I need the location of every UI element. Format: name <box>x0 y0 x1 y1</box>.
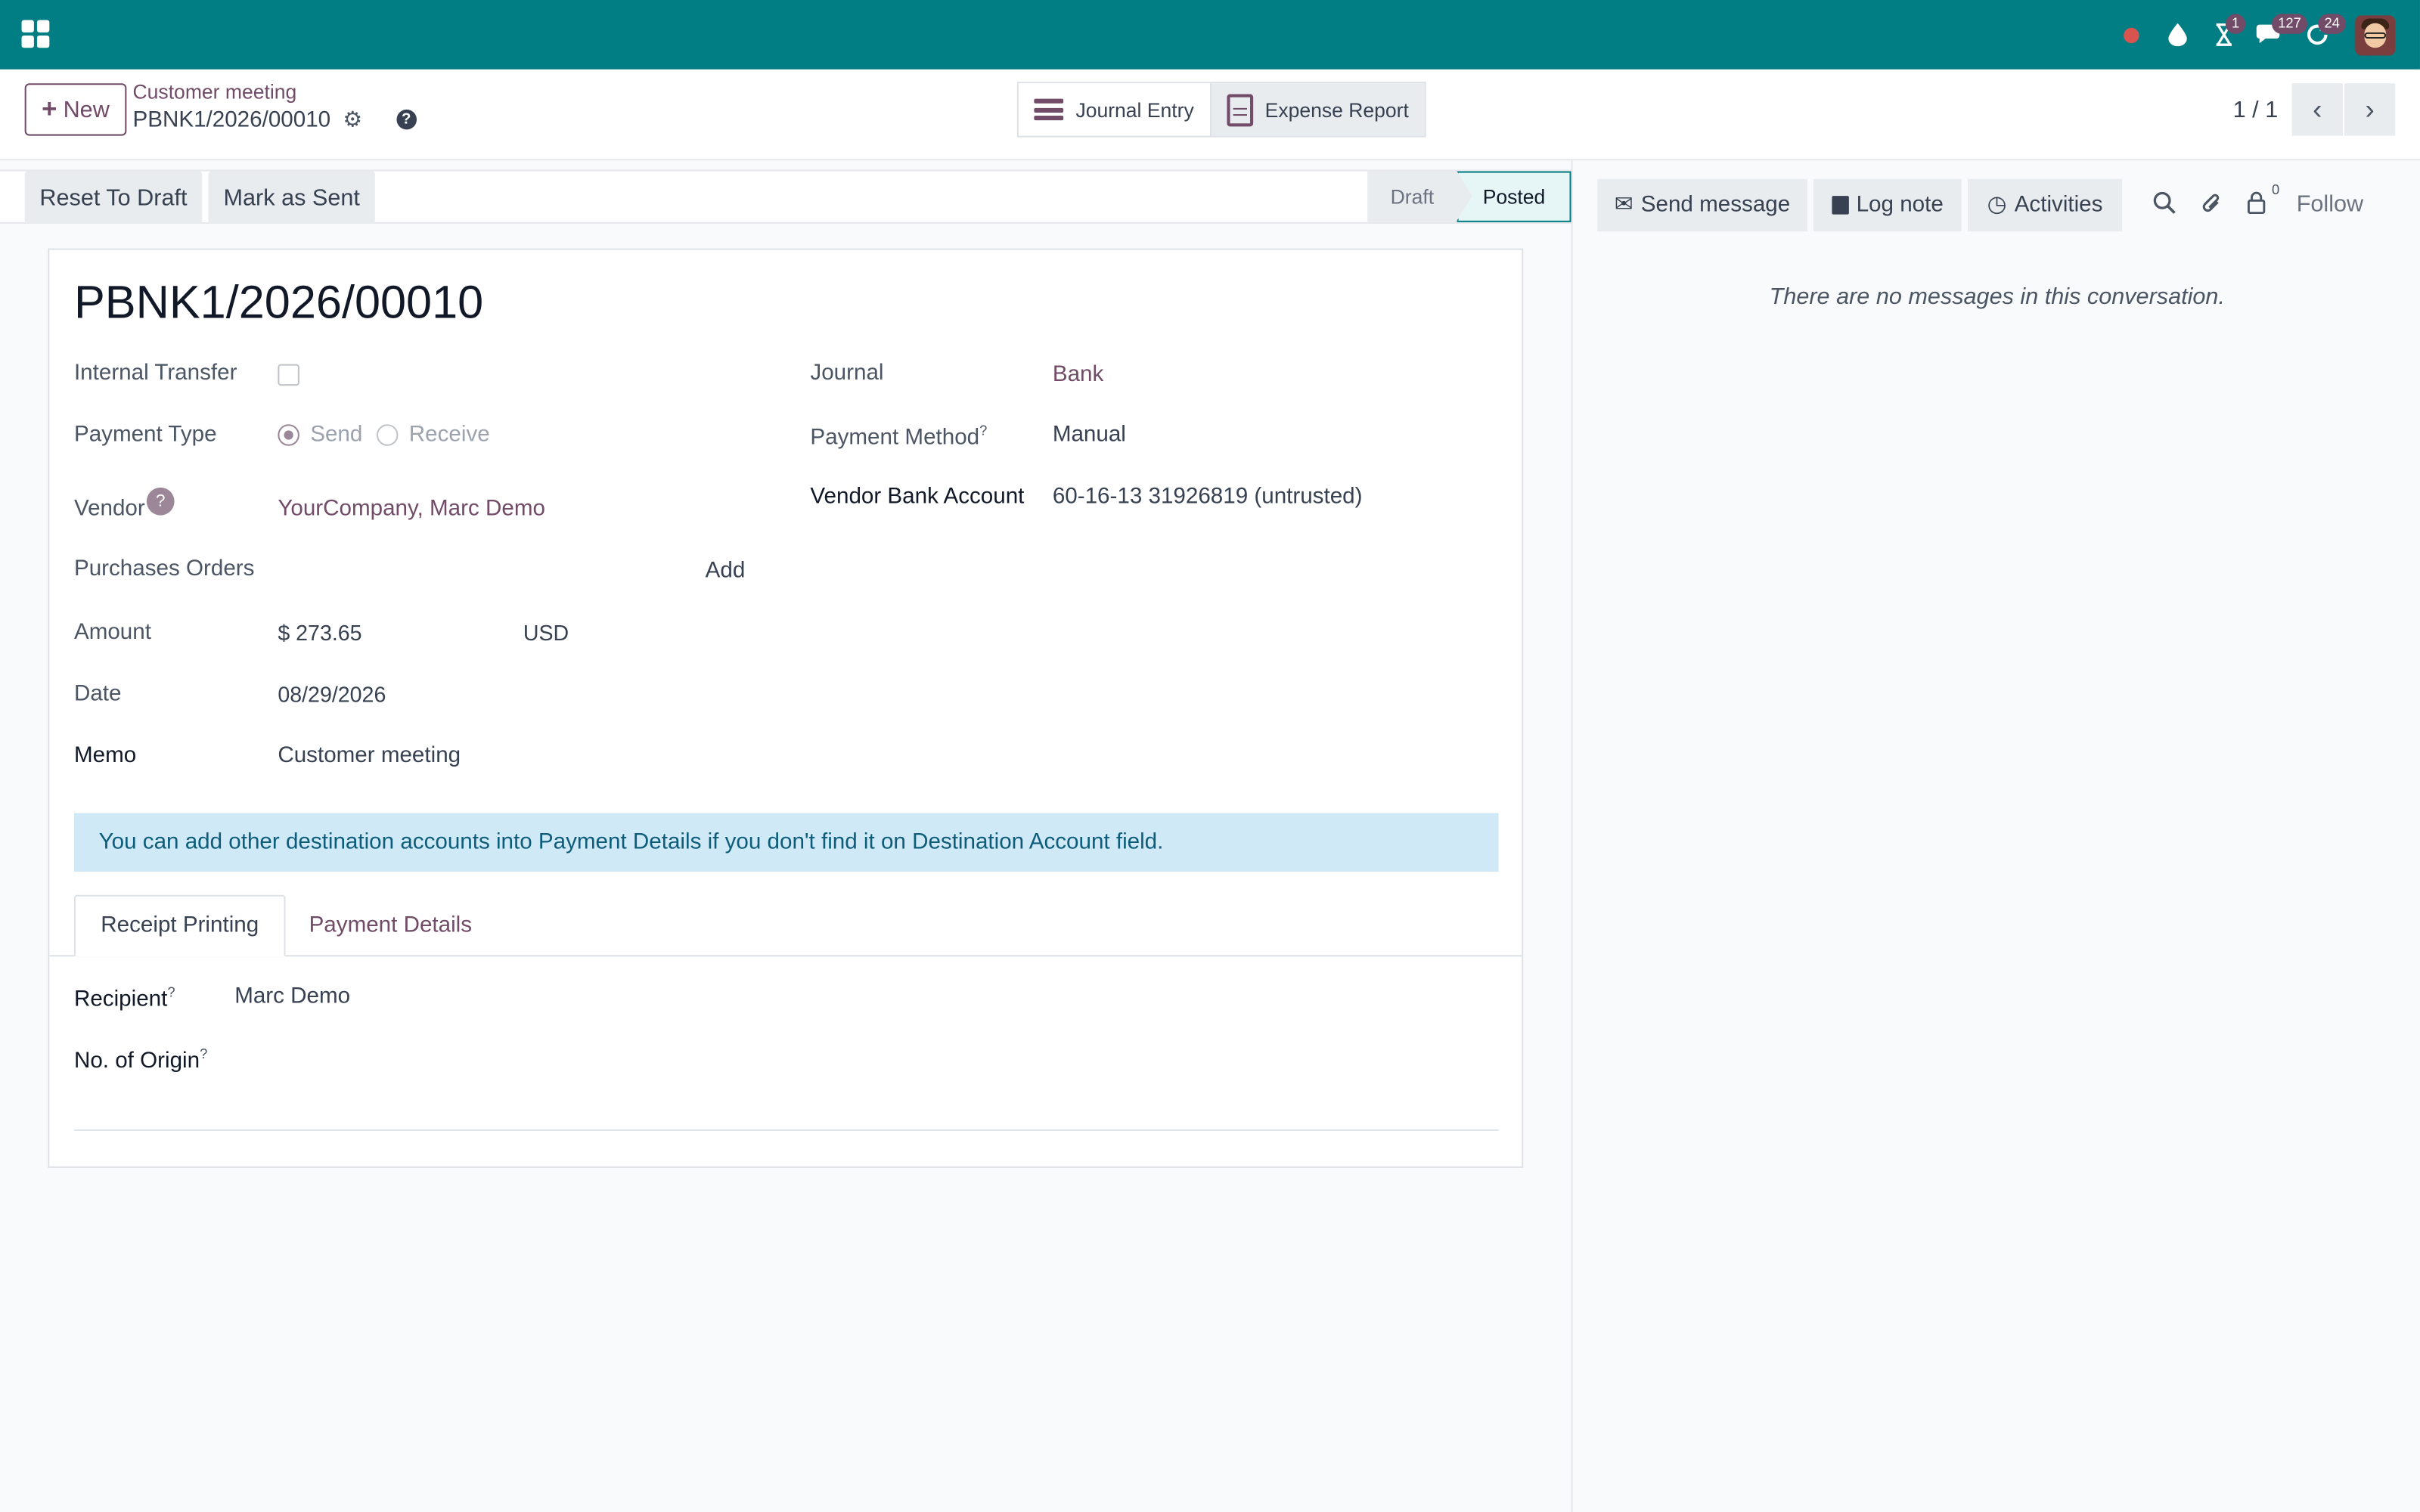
mark-as-sent-button[interactable]: Mark as Sent <box>208 171 375 224</box>
chatter-panel: ✉ Send message Log note ◷ Activities 0 Fol… <box>1571 160 2420 1512</box>
pager-value[interactable]: 1 / 1 <box>2233 97 2279 123</box>
purchase-orders-add-button[interactable]: Add <box>706 559 746 584</box>
origin-label-text: No. of Origin <box>73 1049 200 1074</box>
memo-field[interactable]: Customer meeting <box>278 744 461 769</box>
payment-method-label-text: Payment Method <box>810 425 980 451</box>
log-note-label: Log note <box>1856 193 1944 218</box>
payment-type-receive-label: Receive <box>408 423 490 448</box>
recipient-label: Recipient? <box>74 984 175 1012</box>
chevron-right-icon: › <box>2365 93 2375 125</box>
breadcrumb-current: PBNK1/2026/00010 ⚙ ? <box>133 107 417 133</box>
list-icon <box>1034 98 1064 121</box>
journal-field[interactable]: Bank <box>1053 363 1103 388</box>
activities-label: Activities <box>2014 193 2103 218</box>
apps-menu-icon[interactable] <box>21 20 50 48</box>
pager-next-button[interactable]: › <box>2344 83 2396 136</box>
pager: 1 / 1 ‹ › <box>2233 83 2396 136</box>
journal-entry-button[interactable]: Journal Entry <box>1018 83 1210 136</box>
form-statusbar: Reset To Draft Mark as Sent Draft Posted <box>0 169 1571 224</box>
payment-method-help-icon[interactable]: ? <box>979 423 987 438</box>
currency-field[interactable]: USD <box>523 620 569 645</box>
radio-unchecked-icon <box>376 424 399 446</box>
tab-receipt-printing[interactable]: Receipt Printing <box>73 894 286 957</box>
notebook-bottom-divider <box>73 1129 1499 1131</box>
empty-conversation-text: There are no messages in this conversati… <box>1769 284 2225 311</box>
payment-method-label: Payment Method? <box>810 423 987 450</box>
info-alert: You can add other destination accounts i… <box>73 813 1499 872</box>
smart-buttons: Journal Entry Expense Report <box>1016 82 1426 138</box>
vendor-help-icon[interactable]: ? <box>146 487 175 516</box>
vendor-label: Vendor <box>73 497 145 522</box>
plus-icon: + <box>42 94 57 124</box>
navbar-systray: 1 127 24 <box>2108 0 2396 70</box>
activities-clock-icon[interactable]: 1 <box>2201 0 2247 70</box>
payment-title: PBNK1/2026/00010 <box>73 277 484 329</box>
status-step-draft[interactable]: Draft <box>1367 171 1457 222</box>
form-sheet: PBNK1/2026/00010 Internal Transfer Payme… <box>48 248 1524 1168</box>
internal-transfer-checkbox[interactable] <box>278 364 299 386</box>
gear-icon[interactable]: ⚙ <box>343 107 362 133</box>
followers-count: 0 <box>2272 181 2280 198</box>
user-avatar[interactable] <box>2355 14 2396 55</box>
control-panel: + New Customer meeting PBNK1/2026/00010 ⚙… <box>0 69 2420 161</box>
clock-icon: ◷ <box>1987 193 2007 218</box>
send-message-button[interactable]: ✉ Send message <box>1597 178 1807 232</box>
new-button-label: New <box>63 96 110 123</box>
payment-type-label: Payment Type <box>73 423 217 448</box>
vendor-bank-account-label: Vendor Bank Account <box>810 484 1025 510</box>
activities-badge: 1 <box>2225 14 2246 34</box>
recipient-help-icon[interactable]: ? <box>167 984 175 999</box>
internal-transfer-label: Internal Transfer <box>73 361 237 386</box>
paperclip-icon[interactable] <box>2201 191 2223 222</box>
amount-label: Amount <box>73 620 151 646</box>
app-root: 1 127 24 + New Customer meeting PBNK1/202… <box>0 0 2420 1512</box>
journal-entry-label: Journal Entry <box>1075 98 1194 122</box>
date-field[interactable]: 08/29/2026 <box>278 682 386 707</box>
breadcrumb-current-label: PBNK1/2026/00010 <box>132 107 331 132</box>
sticky-note-icon <box>1831 196 1849 215</box>
expense-report-button[interactable]: Expense Report <box>1209 83 1425 136</box>
date-label: Date <box>73 682 122 707</box>
payment-method-field[interactable]: Manual <box>1053 423 1126 448</box>
expense-report-label: Expense Report <box>1264 98 1409 122</box>
recording-icon[interactable] <box>2108 0 2155 70</box>
journal-label: Journal <box>810 361 884 386</box>
tab-payment-details[interactable]: Payment Details <box>286 895 496 957</box>
reset-to-draft-button[interactable]: Reset To Draft <box>24 171 203 224</box>
pager-previous-button[interactable]: ‹ <box>2291 83 2343 136</box>
purchase-orders-label: Purchases Orders <box>73 556 255 582</box>
recipient-label-text: Recipient <box>73 987 168 1012</box>
origin-label: No. of Origin? <box>74 1046 207 1074</box>
followers-lock-icon[interactable]: 0 <box>2247 182 2279 221</box>
log-note-button[interactable]: Log note <box>1813 178 1962 232</box>
vendor-bank-account-field[interactable]: 60-16-13 31926819 (untrusted) <box>1053 485 1363 510</box>
activities-button[interactable]: ◷ Activities <box>1968 178 2123 232</box>
updates-icon[interactable]: 24 <box>2294 0 2347 70</box>
payment-type-send-radio[interactable]: Send <box>278 423 362 448</box>
document-icon <box>1226 93 1253 126</box>
breadcrumb-parent-link[interactable]: Customer meeting <box>133 80 297 104</box>
envelope-icon: ✉ <box>1614 193 1634 218</box>
chevron-left-icon: ‹ <box>2313 93 2322 125</box>
droplet-icon[interactable] <box>2155 0 2201 70</box>
payment-type-receive-radio[interactable]: Receive <box>376 423 490 448</box>
send-message-label: Send message <box>1640 193 1791 218</box>
help-icon[interactable]: ? <box>396 109 417 130</box>
updates-badge: 24 <box>2318 14 2347 34</box>
recipient-field[interactable]: Marc Demo <box>234 984 350 1009</box>
origin-help-icon[interactable]: ? <box>200 1046 207 1061</box>
vendor-field[interactable]: YourCompany, Marc Demo <box>278 497 545 522</box>
follow-button[interactable]: Follow <box>2297 191 2363 218</box>
new-button[interactable]: + New <box>24 83 127 136</box>
memo-label: Memo <box>73 743 137 769</box>
messages-icon[interactable]: 127 <box>2247 0 2308 70</box>
top-navbar: 1 127 24 <box>0 0 2420 70</box>
amount-field[interactable]: $ 273.65 <box>278 620 361 645</box>
radio-checked-icon <box>278 424 299 446</box>
status-step-posted-label: Posted <box>1482 184 1546 209</box>
payment-type-send-label: Send <box>310 423 363 448</box>
status-step-posted[interactable]: Posted <box>1457 171 1571 222</box>
search-icon[interactable] <box>2153 191 2176 221</box>
status-steps: Draft Posted <box>1367 171 1571 222</box>
